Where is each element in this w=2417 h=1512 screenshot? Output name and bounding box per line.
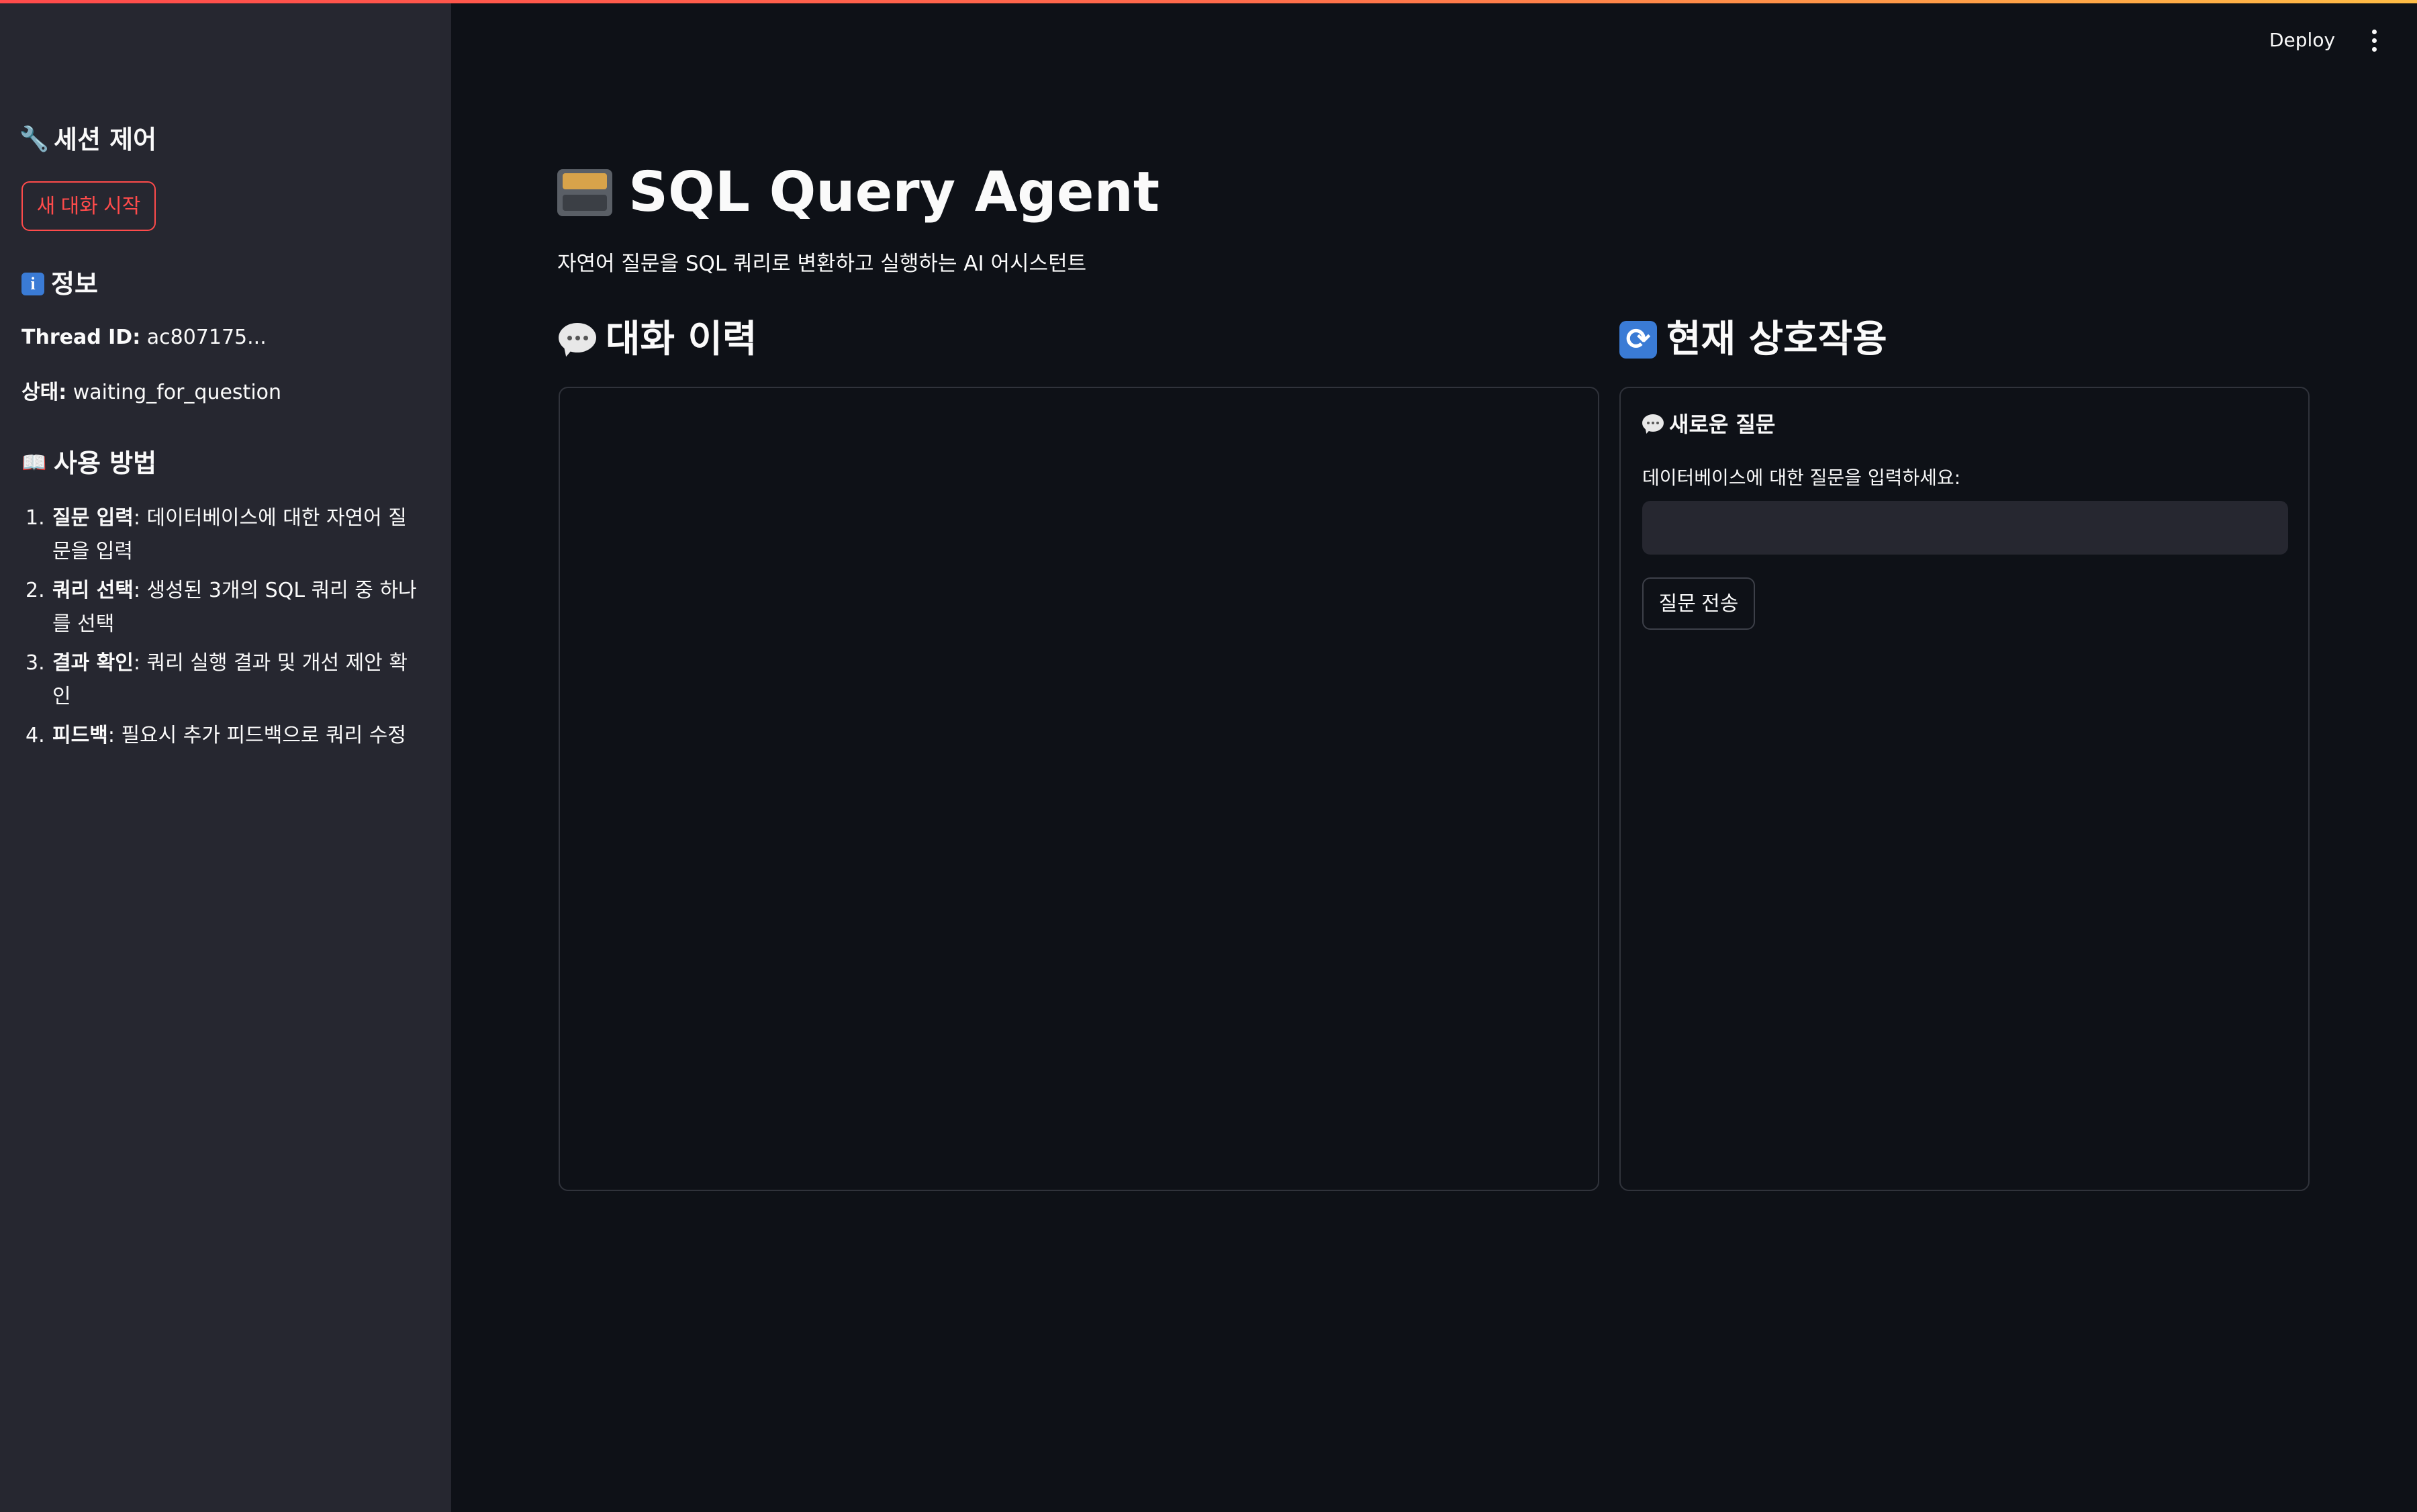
list-item: 3. 결과 확인: 쿼리 실행 결과 및 개선 제안 확인 (21, 647, 424, 714)
current-interaction-heading: ⟳ 현재 상호작용 (1619, 314, 1887, 365)
thread-id-value: ac807175... (146, 326, 267, 349)
session-control-heading: 🔧 세션 제어 (19, 123, 157, 156)
thread-id-label: Thread ID: (21, 326, 141, 349)
question-input-label: 데이터베이스에 대한 질문을 입력하세요: (1642, 467, 1961, 489)
deploy-button[interactable]: Deploy (2269, 26, 2335, 55)
usage-label: 사용 방법 (54, 448, 157, 478)
history-heading-text: 대화 이력 (606, 318, 757, 361)
usage-steps-list: 1. 질문 입력: 데이터베이스에 대한 자연어 질문을 입력 2. 쿼리 선택… (21, 502, 424, 758)
history-heading: 대화 이력 (559, 314, 757, 365)
info-label: 정보 (51, 269, 98, 299)
speech-bubble-icon (559, 323, 596, 359)
thread-id-row: Thread ID: ac807175... (21, 323, 267, 352)
kebab-menu-icon[interactable] (2361, 26, 2387, 55)
step-number: 2. (26, 579, 45, 602)
info-icon: i (21, 273, 44, 295)
step-title: 피드백 (52, 724, 108, 747)
step-number: 3. (26, 651, 45, 675)
chat-history-panel[interactable] (559, 387, 1599, 1191)
new-question-heading: 새로운 질문 (1642, 408, 1775, 440)
new-question-heading-text: 새로운 질문 (1669, 412, 1776, 437)
list-item: 4. 피드백: 필요시 추가 피드백으로 쿼리 수정 (21, 719, 424, 753)
status-value: waiting_for_question (73, 381, 282, 404)
send-question-button[interactable]: 질문 전송 (1642, 577, 1755, 630)
speech-bubble-icon (1642, 414, 1664, 435)
step-text: : 필요시 추가 피드백으로 쿼리 수정 (107, 724, 407, 747)
info-heading: i 정보 (21, 267, 98, 301)
current-interaction-heading-text: 현재 상호작용 (1666, 318, 1887, 361)
status-label: 상태: (21, 381, 67, 404)
page-title: SQL Query Agent (557, 156, 1159, 230)
wrench-icon: 🔧 (19, 126, 50, 153)
refresh-icon: ⟳ (1619, 321, 1657, 359)
page-title-text: SQL Query Agent (628, 160, 1160, 224)
step-title: 결과 확인 (52, 651, 134, 675)
list-item: 1. 질문 입력: 데이터베이스에 대한 자연어 질문을 입력 (21, 502, 424, 569)
step-number: 1. (26, 506, 45, 530)
step-title: 쿼리 선택 (52, 579, 134, 602)
step-title: 질문 입력 (52, 506, 134, 530)
usage-heading: 📖 사용 방법 (21, 446, 156, 480)
file-cabinet-icon (557, 169, 612, 216)
page-subtitle: 자연어 질문을 SQL 쿼리로 변환하고 실행하는 AI 어시스턴트 (557, 252, 1087, 276)
question-input[interactable] (1642, 501, 2288, 555)
list-item: 2. 쿼리 선택: 생성된 3개의 SQL 쿼리 중 하나를 선택 (21, 574, 424, 641)
status-row: 상태: waiting_for_question (21, 378, 281, 408)
sidebar: 🔧 세션 제어 새 대화 시작 i 정보 Thread ID: ac807175… (0, 3, 451, 1512)
step-number: 4. (26, 724, 45, 747)
new-chat-button[interactable]: 새 대화 시작 (21, 181, 156, 231)
book-icon: 📖 (21, 451, 47, 475)
session-control-label: 세션 제어 (54, 125, 157, 154)
